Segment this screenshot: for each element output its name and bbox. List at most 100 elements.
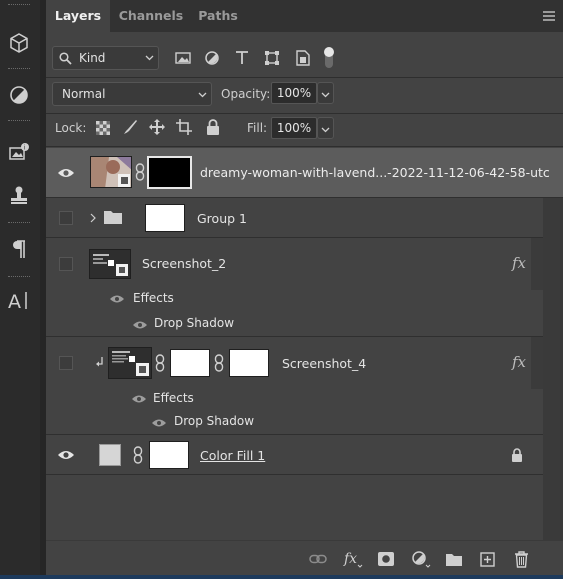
chevron-down-icon (321, 88, 330, 102)
new-layer-icon[interactable] (477, 550, 497, 568)
tab-paths[interactable]: Paths (192, 0, 244, 32)
strip-grip (8, 120, 30, 123)
strip-grip (8, 276, 30, 279)
stamp-icon[interactable] (6, 182, 32, 208)
lock-artboard-icon[interactable] (175, 118, 193, 136)
effect-name[interactable]: Drop Shadow (154, 316, 234, 330)
layer-row-group[interactable]: Group 1 (46, 198, 543, 238)
fx-add-style-icon[interactable]: fx (342, 549, 364, 569)
layer-name[interactable]: Screenshot_4 (282, 356, 366, 371)
tab-bar: Layers Channels Paths (46, 0, 563, 32)
pixel-layer-filter-icon[interactable] (174, 50, 192, 66)
visibility-toggle[interactable] (54, 252, 78, 276)
tab-channels[interactable]: Channels (110, 0, 192, 32)
filter-toggle-switch[interactable] (322, 44, 336, 70)
trash-icon[interactable] (511, 549, 531, 569)
lock-icon (509, 446, 525, 464)
row-scroll-thumb[interactable] (531, 238, 543, 290)
fx-icon[interactable]: fx (512, 254, 526, 272)
layer-name[interactable]: Group 1 (197, 211, 247, 226)
panel-menu-icon[interactable] (543, 10, 555, 21)
fill-color-swatch[interactable] (99, 444, 121, 466)
scrollbar-track[interactable] (543, 148, 563, 575)
layer-mask-thumbnail[interactable] (149, 441, 189, 469)
chevron-right-icon[interactable] (88, 212, 98, 224)
svg-text:fx: fx (343, 551, 357, 567)
blend-mode-dropdown[interactable]: Normal (52, 82, 212, 106)
opacity-field[interactable]: 100% (271, 82, 317, 104)
strip-grip (8, 68, 30, 71)
filter-kind-label: Kind (79, 51, 106, 65)
effect-name[interactable]: Drop Shadow (174, 414, 254, 428)
layer-row-image[interactable]: dreamy-woman-with-lavend...-2022-11-12-0… (46, 148, 563, 198)
divider (46, 146, 563, 147)
libraries-icon[interactable]: i (6, 140, 32, 166)
layer-row-color-fill[interactable]: Color Fill 1 (46, 435, 543, 475)
shape-filter-icon[interactable] (263, 49, 281, 67)
link-icon[interactable] (132, 446, 144, 464)
effects-label: Effects (133, 291, 174, 305)
fill-dropdown-button[interactable] (317, 117, 334, 139)
layer-thumbnail (90, 156, 132, 188)
visibility-eye-icon[interactable] (54, 443, 78, 467)
opacity-dropdown-button[interactable] (317, 82, 334, 104)
adjustments-icon[interactable] (6, 82, 32, 108)
effect-eye-icon[interactable] (131, 318, 149, 332)
chevron-down-icon (321, 123, 330, 137)
vector-mask-thumbnail[interactable] (229, 349, 269, 377)
3d-cube-icon[interactable] (6, 30, 32, 56)
link-icon[interactable] (134, 163, 146, 181)
divider (46, 77, 563, 78)
add-mask-icon[interactable] (376, 550, 396, 568)
row-scroll-thumb[interactable] (531, 337, 543, 389)
adjustment-filter-icon[interactable] (203, 49, 221, 67)
layer-mask-thumbnail[interactable] (145, 204, 185, 232)
link-layers-icon[interactable] (308, 551, 328, 567)
layer-name[interactable]: Color Fill 1 (200, 448, 265, 463)
effect-eye-icon[interactable] (150, 416, 168, 430)
fx-icon[interactable]: fx (512, 353, 526, 371)
filter-kind-dropdown[interactable]: Kind (52, 46, 159, 70)
link-icon[interactable] (154, 354, 166, 372)
effects-eye-icon[interactable] (130, 392, 148, 406)
svg-text:A: A (8, 291, 21, 312)
blend-mode-value: Normal (62, 87, 106, 101)
fill-label: Fill: (247, 121, 268, 135)
new-group-folder-icon[interactable] (444, 550, 464, 568)
character-icon[interactable]: A (6, 287, 32, 313)
chevron-down-icon (145, 51, 154, 65)
lock-image-pixels-icon[interactable] (121, 118, 139, 136)
lock-position-icon[interactable] (148, 118, 166, 136)
layer-thumbnail (89, 249, 131, 279)
strip-grip (8, 222, 30, 225)
visibility-toggle[interactable] (54, 206, 78, 230)
paragraph-icon[interactable] (6, 236, 32, 262)
effects-eye-icon[interactable] (108, 292, 126, 306)
opacity-label: Opacity: (221, 87, 271, 101)
link-icon[interactable] (213, 354, 225, 372)
tool-strip: i A (0, 0, 41, 579)
fill-field[interactable]: 100% (271, 117, 317, 139)
layer-row-screenshot-4[interactable]: Screenshot_4 fx Effects Drop Shadow (46, 337, 543, 435)
layer-thumbnail (108, 347, 152, 379)
layer-mask-thumbnail[interactable] (147, 156, 192, 189)
chevron-down-icon (198, 88, 207, 102)
layer-name[interactable]: dreamy-woman-with-lavend...-2022-11-12-0… (200, 165, 550, 180)
layer-row-screenshot-2[interactable]: Screenshot_2 fx Effects Drop Shadow (46, 238, 543, 337)
lock-all-icon[interactable] (204, 118, 222, 136)
lock-label: Lock: (55, 121, 87, 135)
layer-name[interactable]: Screenshot_2 (142, 256, 226, 271)
divider (46, 113, 563, 114)
type-filter-icon[interactable] (233, 49, 251, 67)
lock-transparent-pixels-icon[interactable] (94, 119, 112, 137)
smart-object-filter-icon[interactable] (294, 49, 312, 67)
search-icon (59, 52, 72, 68)
visibility-toggle[interactable] (54, 351, 78, 375)
new-adjustment-layer-icon[interactable] (410, 549, 432, 569)
tab-layers[interactable]: Layers (46, 0, 110, 32)
effects-label: Effects (153, 391, 194, 405)
visibility-eye-icon[interactable] (54, 161, 78, 185)
strip-grip (8, 4, 30, 7)
layer-mask-thumbnail[interactable] (170, 349, 210, 377)
bottom-accent-strip (0, 575, 563, 579)
